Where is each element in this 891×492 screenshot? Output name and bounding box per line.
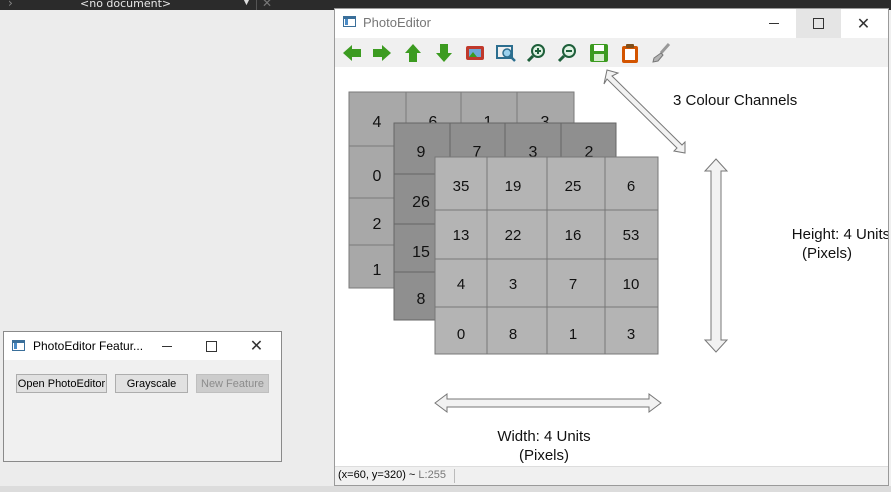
front-grid-cell-value: 1 <box>569 326 577 343</box>
image-canvas[interactable]: 4613021 973226158 3519256132216534371008… <box>335 67 888 467</box>
image-button[interactable] <box>464 42 486 64</box>
feature-window: PhotoEditor Featur... ✕ Open PhotoEditor… <box>3 331 282 462</box>
front-grid-cell-value: 7 <box>569 276 577 293</box>
brush-icon <box>652 43 671 63</box>
zoom-out-icon <box>557 44 576 63</box>
pixel-level: L:255 <box>418 469 446 481</box>
divider <box>256 0 257 10</box>
front-grid-cell-value: 16 <box>565 227 582 244</box>
front-grid-cell-value: 22 <box>505 227 522 244</box>
width-label: Width: 4 Units <box>497 428 590 445</box>
maximize-icon <box>206 340 217 352</box>
front-grid-cell-value: 3 <box>509 276 517 293</box>
width-unit-label: (Pixels) <box>519 447 569 464</box>
document-selector[interactable]: <no document> <box>80 0 171 10</box>
brush-button[interactable] <box>650 42 672 64</box>
forward-arrow-icon <box>373 45 391 61</box>
clipboard-icon <box>622 44 638 63</box>
down-button[interactable] <box>433 42 455 64</box>
maximize-button[interactable] <box>189 332 234 360</box>
front-grid-cell-value: 4 <box>457 276 465 293</box>
front-grid-cell-value: 6 <box>627 178 635 195</box>
background-strip <box>0 486 891 492</box>
front-grid-cell-value: 35 <box>453 178 470 195</box>
front-grid-cell-value: 53 <box>623 227 640 244</box>
title-bar[interactable]: PhotoEditor ✕ <box>335 9 888 38</box>
close-icon: ✕ <box>249 336 264 355</box>
middle-grid-cell-value: 15 <box>412 244 430 261</box>
zoom-out-button[interactable] <box>557 42 579 64</box>
front-grid-cell-value: 19 <box>505 178 522 195</box>
close-icon[interactable]: ✕ <box>262 0 272 10</box>
back-grid-cell-value: 2 <box>373 216 382 233</box>
dropdown-arrow-icon[interactable]: ▼ <box>243 0 250 7</box>
zoom-fit-icon <box>496 45 516 62</box>
front-grid-cell-value: 8 <box>509 326 517 343</box>
status-coordinates: (x=60, y=320) ~ L:255 <box>338 469 446 481</box>
feature-title-bar[interactable]: PhotoEditor Featur... ✕ <box>4 332 281 360</box>
front-grid-cell-value: 25 <box>565 178 582 195</box>
minimize-icon <box>161 345 172 347</box>
up-button[interactable] <box>402 42 424 64</box>
back-button[interactable] <box>341 42 363 64</box>
height-arrow <box>703 158 729 353</box>
forward-button[interactable] <box>371 42 393 64</box>
front-grid-cell-value: 3 <box>627 326 635 343</box>
width-arrow <box>434 393 662 413</box>
back-grid-cell-value: 1 <box>373 262 382 279</box>
middle-grid-cell-value: 9 <box>417 144 426 161</box>
grayscale-button[interactable]: Grayscale <box>115 374 188 393</box>
new-feature-button: New Feature <box>196 374 269 393</box>
middle-grid-cell-value: 26 <box>412 194 430 211</box>
height-unit-label: (Pixels) <box>802 245 852 262</box>
middle-grid-cell-value: 8 <box>417 291 426 308</box>
minimize-button[interactable] <box>144 332 189 360</box>
status-divider <box>454 469 455 483</box>
front-grid-cell-value: 10 <box>623 276 640 293</box>
photoeditor-window: PhotoEditor ✕ 4 0 2 1 9 7 3 2 26 15 8 35… <box>334 8 889 486</box>
minimize-icon <box>768 23 779 24</box>
down-arrow-icon <box>436 44 452 62</box>
save-icon <box>590 44 608 62</box>
cursor-coordinates: (x=60, y=320) ~ <box>338 469 419 481</box>
feature-window-title: PhotoEditor Featur... <box>33 339 144 353</box>
window-title: PhotoEditor <box>363 15 431 30</box>
height-label: Height: 4 Units <box>792 226 888 243</box>
up-arrow-icon <box>405 44 421 62</box>
close-button[interactable]: ✕ <box>841 9 886 38</box>
app-icon <box>343 16 356 27</box>
open-photoeditor-button[interactable]: Open PhotoEditor <box>16 374 107 393</box>
zoom-in-icon <box>526 44 545 63</box>
front-grid-cell-value: 0 <box>457 326 465 343</box>
status-bar: (x=60, y=320) ~ L:255 <box>335 466 888 485</box>
back-grid-cell-value: 4 <box>373 114 382 131</box>
save-button[interactable] <box>588 42 610 64</box>
zoom-in-button[interactable] <box>526 42 548 64</box>
back-grid-cell-value: 0 <box>373 168 382 185</box>
app-icon <box>12 340 25 351</box>
minimize-button[interactable] <box>751 9 796 38</box>
front-grid-cell-value: 13 <box>453 227 470 244</box>
close-button[interactable]: ✕ <box>234 332 279 360</box>
maximize-icon <box>813 18 824 29</box>
back-arrow-icon <box>343 45 361 61</box>
channels-label: 3 Colour Channels <box>673 92 797 109</box>
maximize-button[interactable] <box>796 9 841 38</box>
image-icon <box>466 46 484 60</box>
close-icon: ✕ <box>856 13 871 33</box>
chevron-right-icon[interactable]: › <box>8 0 13 10</box>
zoom-fit-button[interactable] <box>495 42 517 64</box>
clipboard-button[interactable] <box>619 42 641 64</box>
toolbar <box>335 38 888 67</box>
channels-diagram: 4613021 973226158 3519256132216534371008… <box>348 69 888 464</box>
